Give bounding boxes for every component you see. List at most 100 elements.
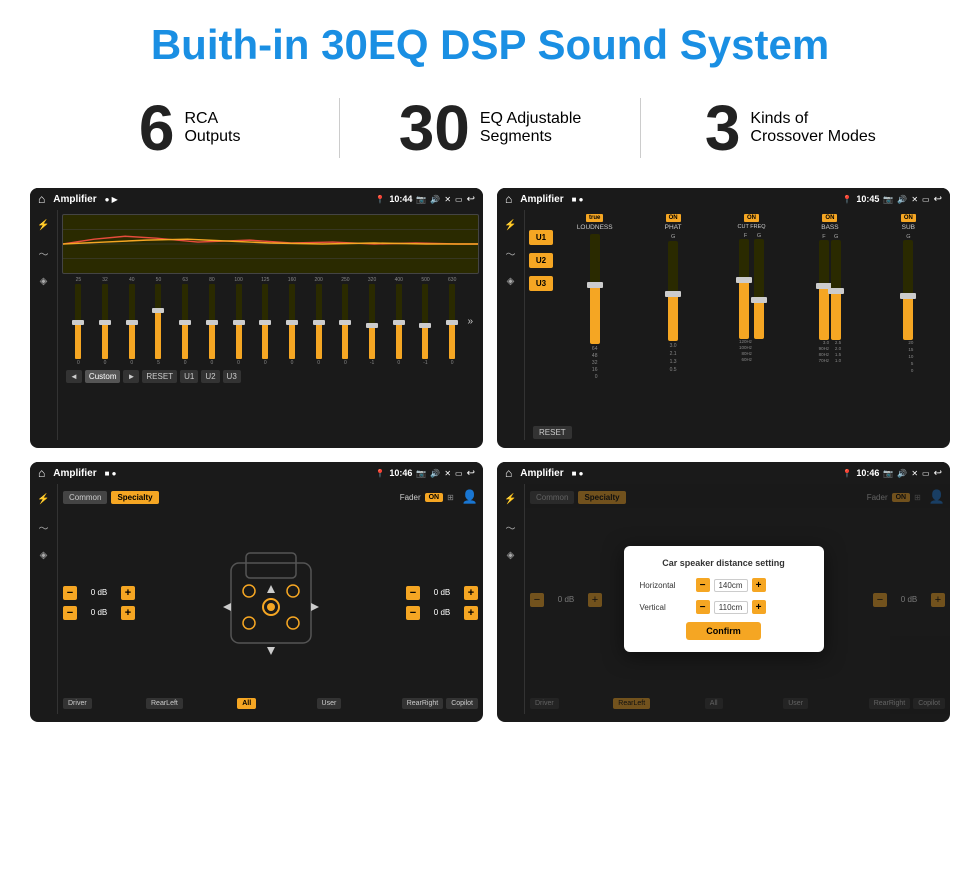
horizontal-plus-btn[interactable]: + — [752, 578, 766, 592]
track-bass-f[interactable] — [819, 240, 829, 340]
eq-slider-160[interactable]: 160 0 — [280, 277, 305, 366]
speaker-icon-2[interactable]: ◈ — [502, 272, 520, 290]
eq-slider-32[interactable]: 32 0 — [93, 277, 118, 366]
time-4: 10:46 — [856, 468, 879, 478]
on-toggle[interactable]: ON — [425, 493, 444, 502]
screen1-body: ⚡ 〜 ◈ — [30, 210, 483, 440]
specialty-tab[interactable]: Specialty — [111, 491, 158, 504]
home-icon-4[interactable]: ⌂ — [505, 466, 512, 480]
wave-icon-4[interactable]: 〜 — [502, 518, 520, 536]
eq-slider-100[interactable]: 100 0 — [226, 277, 251, 366]
minus-btn-3[interactable]: − — [406, 586, 420, 600]
speaker-icon-3[interactable]: ◈ — [35, 546, 53, 564]
eq-slider-63[interactable]: 63 0 — [173, 277, 198, 366]
eq-u1-btn[interactable]: U1 — [180, 370, 198, 383]
loudness-labels: 64 48 32 16 0 — [592, 346, 598, 380]
eq-play-btn[interactable]: ► — [123, 370, 139, 383]
horizontal-minus-btn[interactable]: − — [696, 578, 710, 592]
track-sub[interactable] — [903, 240, 913, 340]
db-value-4: 0 dB — [422, 608, 462, 617]
eq-prev-btn[interactable]: ◄ — [66, 370, 82, 383]
crossover-panel: U1 U2 U3 true LOUDNESS — [525, 210, 950, 440]
minus-btn-4[interactable]: − — [406, 606, 420, 620]
home-icon-3[interactable]: ⌂ — [38, 466, 45, 480]
minus-btn-2[interactable]: − — [63, 606, 77, 620]
home-icon-1[interactable]: ⌂ — [38, 192, 45, 206]
fader-top-bar: Common Specialty Fader ON ⊞ 👤 — [63, 489, 478, 505]
all-btn[interactable]: All — [237, 698, 256, 709]
eq-sidebar-icon[interactable]: ⚡ — [35, 216, 53, 234]
next-arrow[interactable]: » — [465, 316, 475, 327]
confirm-button[interactable]: Confirm — [686, 622, 761, 640]
eq-chart — [62, 214, 479, 274]
speaker-icon-4[interactable]: ◈ — [502, 546, 520, 564]
camera-icon-3: 📷 — [416, 469, 426, 478]
eq-icon-3[interactable]: ⚡ — [35, 490, 53, 508]
fader-main-area: − 0 dB + − 0 dB + — [63, 511, 478, 694]
plus-btn-4[interactable]: + — [464, 606, 478, 620]
common-tab[interactable]: Common — [63, 491, 107, 504]
user-btn[interactable]: User — [317, 698, 342, 709]
db-row-3: − 0 dB + — [406, 586, 478, 600]
home-icon-2[interactable]: ⌂ — [505, 192, 512, 206]
eq-slider-630[interactable]: 630 0 — [440, 277, 465, 366]
eq-slider-80[interactable]: 80 0 — [200, 277, 225, 366]
eq-slider-500[interactable]: 500 -1 — [413, 277, 438, 366]
eq-u3-btn[interactable]: U3 — [223, 370, 241, 383]
track-cutfreq-g[interactable] — [754, 239, 764, 339]
back-icon-1[interactable]: ↩ — [467, 194, 475, 205]
back-icon-4[interactable]: ↩ — [934, 468, 942, 479]
u2-btn[interactable]: U2 — [529, 253, 553, 268]
driver-btn[interactable]: Driver — [63, 698, 92, 709]
eq-custom-btn[interactable]: Custom — [85, 370, 121, 383]
eq-sliders-row: 25 0 32 — [66, 277, 464, 366]
dots-icon-4: ■ ● — [572, 469, 584, 478]
vertical-value-area: − 110cm + — [696, 600, 766, 614]
rearright-btn[interactable]: RearRight — [402, 698, 444, 709]
location-icon-4: 📍 — [842, 469, 852, 478]
eq-icon-2[interactable]: ⚡ — [502, 216, 520, 234]
wave-icon-2[interactable]: 〜 — [502, 244, 520, 262]
cutfreq-f-labels: 120Hz 100Hz 80Hz 60Hz — [739, 339, 752, 362]
back-icon-3[interactable]: ↩ — [467, 468, 475, 479]
eq-slider-200[interactable]: 200 0 — [306, 277, 331, 366]
u1-btn[interactable]: U1 — [529, 230, 553, 245]
track-bass-g[interactable] — [831, 240, 841, 340]
copilot-btn[interactable]: Copilot — [446, 698, 478, 709]
plus-btn-1[interactable]: + — [121, 586, 135, 600]
eq-slider-400[interactable]: 400 0 — [386, 277, 411, 366]
rearleft-btn[interactable]: RearLeft — [146, 698, 183, 709]
eq-slider-320[interactable]: 320 -1 — [360, 277, 385, 366]
camera-icon-2: 📷 — [883, 195, 893, 204]
eq-u2-btn[interactable]: U2 — [201, 370, 219, 383]
track-phat[interactable] — [668, 241, 678, 341]
sidebar-4: ⚡ 〜 ◈ — [497, 484, 525, 714]
eq-slider-250[interactable]: 250 0 — [333, 277, 358, 366]
u3-btn[interactable]: U3 — [529, 276, 553, 291]
user-icon[interactable]: 👤 — [462, 489, 478, 505]
fader-sliders-icon[interactable]: ⊞ — [447, 493, 454, 502]
eq-slider-40[interactable]: 40 0 — [119, 277, 144, 366]
crossover-reset-btn[interactable]: RESET — [533, 426, 572, 439]
vertical-plus-btn[interactable]: + — [752, 600, 766, 614]
track-cutfreq-f[interactable] — [739, 239, 749, 339]
label-sub: SUB — [902, 224, 915, 231]
eq-slider-25[interactable]: 25 0 — [66, 277, 91, 366]
track-loudness[interactable] — [590, 234, 600, 344]
speaker-sidebar-icon[interactable]: ◈ — [35, 272, 53, 290]
screen2-title: Amplifier — [520, 194, 563, 205]
eq-reset-btn[interactable]: RESET — [142, 370, 177, 383]
db-value-2: 0 dB — [79, 608, 119, 617]
vertical-minus-btn[interactable]: − — [696, 600, 710, 614]
fader-left-controls: − 0 dB + − 0 dB + — [63, 586, 135, 620]
back-icon-2[interactable]: ↩ — [934, 194, 942, 205]
eq-slider-50[interactable]: 50 5 — [146, 277, 171, 366]
wave-sidebar-icon[interactable]: 〜 — [35, 244, 53, 262]
screen3-body: ⚡ 〜 ◈ Common Specialty Fader ON ⊞ 👤 — [30, 484, 483, 714]
eq-slider-125[interactable]: 125 0 — [253, 277, 278, 366]
eq-icon-4[interactable]: ⚡ — [502, 490, 520, 508]
minus-btn-1[interactable]: − — [63, 586, 77, 600]
plus-btn-3[interactable]: + — [464, 586, 478, 600]
wave-icon-3[interactable]: 〜 — [35, 518, 53, 536]
plus-btn-2[interactable]: + — [121, 606, 135, 620]
